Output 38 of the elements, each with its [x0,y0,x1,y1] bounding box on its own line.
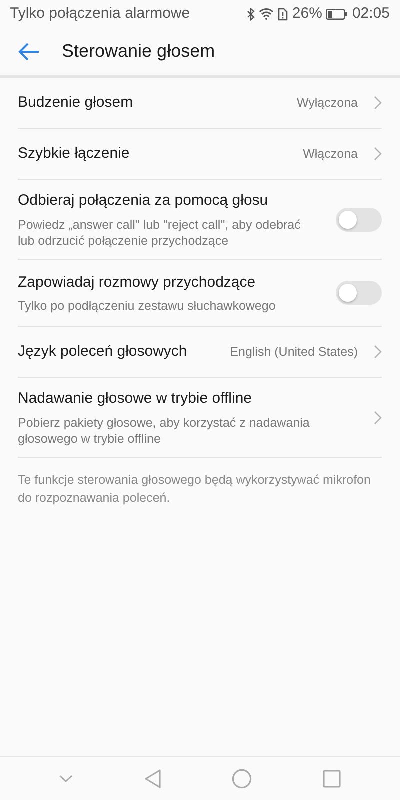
setting-value: English (United States) [230,344,358,361]
setting-title: Odbieraj połączenia za pomocą głosu [18,191,270,211]
back-arrow-icon[interactable] [18,42,40,60]
home-circle-icon[interactable] [232,768,252,788]
recent-square-icon[interactable] [322,770,341,788]
setting-value: Wyłączona [296,94,358,112]
carrier-text: Tylko połączenia alarmowe [10,4,190,24]
chevron-right-icon [374,410,382,424]
settings-row[interactable]: Zapowiadaj rozmowy przychodzące Tylko po podłączeniu zestawu słuchawkowego [18,260,382,327]
toggle-switch[interactable] [336,281,382,305]
wifi-icon [259,8,274,20]
settings-row[interactable]: Szybkie łączenie Włączona [18,129,382,180]
settings-row[interactable]: Język poleceń głosowych English (United States) [18,327,382,378]
setting-description: Pobierz pakiety głosowe, aby korzystać z nadawania głosowego w trybie offline [18,414,311,447]
battery-icon [326,8,348,20]
page-title: Sterowanie głosem [62,40,216,63]
bluetooth-icon [247,8,256,20]
setting-description: Powiedz „answer call" lub "reject call", aby odebrać lub odrzucić połączenie przychodzące [18,216,302,249]
settings-row[interactable]: Budzenie głosem Wyłączona [18,78,382,129]
info-note: Te funkcje sterowania głosowego będą wykorzystywać mikrofon do rozpoznawania poleceń. [18,472,372,507]
toggle-switch[interactable] [336,208,382,232]
clock-time: 02:05 [352,4,390,24]
setting-title: Język poleceń głosowych [18,342,188,362]
chevron-down-icon[interactable] [59,774,74,782]
setting-title: Nadawanie głosowe w trybie offline [18,389,254,409]
settings-row[interactable]: Nadawanie głosowe w trybie offline Pobierz pakiety głosowe, aby korzystać z nadawania głosowego w trybie offline [18,378,382,458]
back-triangle-icon[interactable] [144,768,162,788]
battery-percent: 26% [292,4,322,24]
settings-row[interactable]: Odbieraj połączenia za pomocą głosu Powiedz „answer call" lub "reject call", aby odebrać lub odrzucić połączenie przychodzące [18,180,382,260]
chevron-right-icon [374,96,382,110]
setting-title: Szybkie łączenie [18,144,131,164]
chevron-right-icon [374,147,382,161]
setting-value: Włączona [303,146,358,163]
setting-title: Zapowiadaj rozmowy przychodzące [18,272,257,293]
chevron-right-icon [374,345,382,359]
sim-alert-icon [278,8,288,20]
setting-description: Tylko po podłączeniu zestawu słuchawkowego [18,298,277,314]
setting-title: Budzenie głosem [18,92,134,113]
